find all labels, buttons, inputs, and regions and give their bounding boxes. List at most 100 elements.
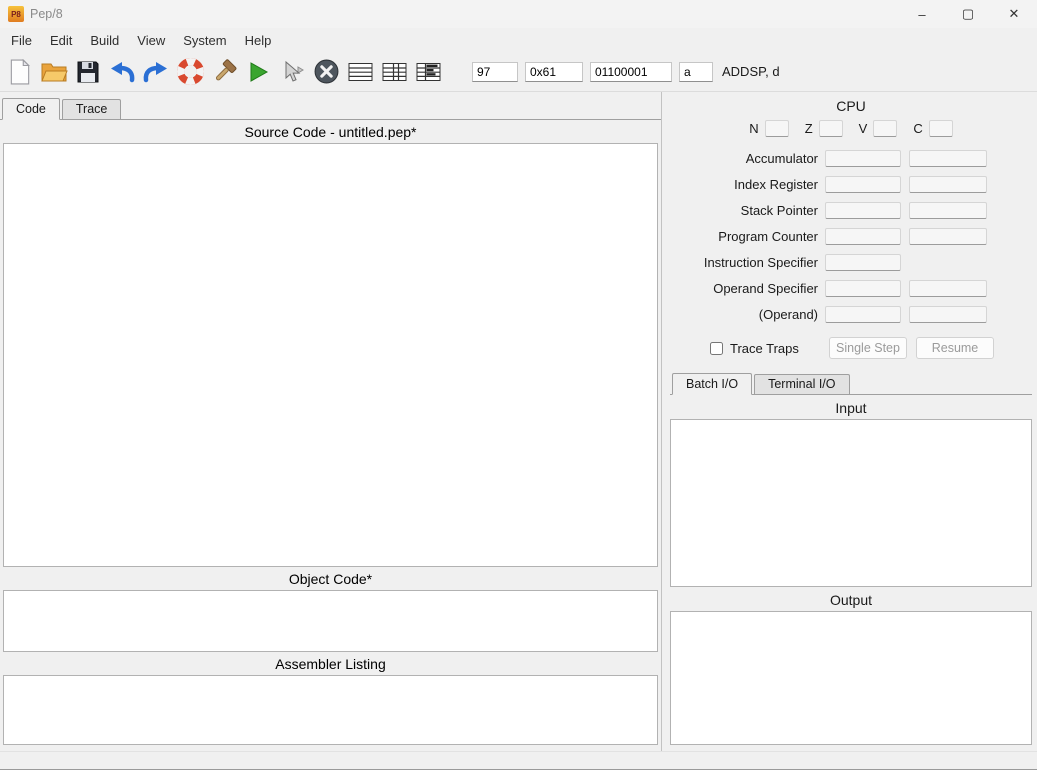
save-file-button[interactable] xyxy=(72,56,104,88)
view-code-cpu-memory-button[interactable] xyxy=(412,56,444,88)
single-step-button[interactable]: Single Step xyxy=(829,337,907,359)
lifebuoy-icon xyxy=(176,58,204,85)
instruction-specifier-row: Instruction Specifier xyxy=(670,249,994,275)
menu-view[interactable]: View xyxy=(128,30,174,51)
stack-pointer-label: Stack Pointer xyxy=(740,202,818,218)
redo-arrow-icon xyxy=(143,61,167,82)
hammer-icon xyxy=(215,58,236,80)
operand-specifier-row: Operand Specifier xyxy=(670,275,994,301)
save-floppy-icon xyxy=(77,61,99,82)
operand-row: (Operand) xyxy=(670,301,994,327)
code-cpu-table-icon xyxy=(382,62,406,81)
lifebuoy-button[interactable] xyxy=(174,56,206,88)
view-code-button[interactable] xyxy=(344,56,376,88)
stack-pointer-row: Stack Pointer xyxy=(670,197,994,223)
open-file-button[interactable] xyxy=(38,56,70,88)
flag-z-field xyxy=(818,120,843,137)
tab-batch-io[interactable]: Batch I/O xyxy=(672,373,753,395)
editor-panel: Code Trace Source Code - untitled.pep* O… xyxy=(0,92,662,751)
operand-dec-field xyxy=(909,305,987,323)
index-register-row: Index Register xyxy=(670,171,994,197)
byte-converter: ADDSP, d xyxy=(472,61,780,82)
play-icon xyxy=(250,61,269,82)
flag-c-field xyxy=(928,120,953,137)
flag-c-label: C xyxy=(913,121,923,136)
accumulator-label: Accumulator xyxy=(745,150,818,166)
pointer-icon xyxy=(285,60,304,82)
menu-edit[interactable]: Edit xyxy=(41,30,81,51)
status-bar xyxy=(0,751,1037,769)
ascii-input[interactable] xyxy=(679,61,713,82)
accumulator-row: Accumulator xyxy=(670,145,994,171)
tab-terminal-io[interactable]: Terminal I/O xyxy=(754,374,850,394)
run-button[interactable] xyxy=(242,56,274,88)
flag-v-field xyxy=(873,120,898,137)
toolbar: ADDSP, d xyxy=(0,52,1037,92)
cpu-section-title: CPU xyxy=(836,98,866,114)
batch-input-area[interactable] xyxy=(670,419,1032,587)
binary-input[interactable] xyxy=(590,61,672,82)
tab-code[interactable]: Code xyxy=(2,98,60,120)
undo-button[interactable] xyxy=(106,56,138,88)
operand-specifier-hex-field xyxy=(825,279,901,297)
menu-help[interactable]: Help xyxy=(236,30,281,51)
accumulator-hex-field xyxy=(825,149,901,167)
editor-tabbar: Code Trace xyxy=(0,98,661,120)
assembler-listing-header: Assembler Listing xyxy=(275,656,386,672)
object-code-header: Object Code* xyxy=(288,571,373,587)
status-flags-row: N Z V C xyxy=(670,120,1032,137)
mnemonic-label: ADDSP, d xyxy=(722,64,780,79)
operand-specifier-label: Operand Specifier xyxy=(713,280,818,296)
output-header: Output xyxy=(829,592,873,608)
tab-trace[interactable]: Trace xyxy=(61,99,122,119)
index-register-label: Index Register xyxy=(734,176,818,192)
stop-debugging-button[interactable] xyxy=(310,56,342,88)
menu-system[interactable]: System xyxy=(174,30,235,51)
instruction-specifier-label: Instruction Specifier xyxy=(703,254,818,270)
open-folder-icon xyxy=(41,63,68,81)
undo-arrow-icon xyxy=(111,61,135,82)
io-tabbar: Batch I/O Terminal I/O xyxy=(670,373,1032,395)
program-counter-row: Program Counter xyxy=(670,223,994,249)
stack-pointer-hex-field xyxy=(825,201,901,219)
object-code-editor[interactable] xyxy=(3,590,658,652)
main-area: Code Trace Source Code - untitled.pep* O… xyxy=(0,92,1037,751)
redo-button[interactable] xyxy=(140,56,172,88)
resume-button[interactable]: Resume xyxy=(916,337,994,359)
source-code-editor[interactable] xyxy=(3,143,658,567)
trace-traps-label: Trace Traps xyxy=(730,340,799,356)
index-register-hex-field xyxy=(825,175,901,193)
debugger-button[interactable] xyxy=(276,56,308,88)
hex-input[interactable] xyxy=(525,61,583,82)
minimize-button[interactable]: – xyxy=(899,0,945,28)
editor-content: Source Code - untitled.pep* Object Code*… xyxy=(0,120,661,751)
flag-n-field xyxy=(764,120,789,137)
menu-bar: File Edit Build View System Help xyxy=(0,28,1037,52)
flag-n: N xyxy=(749,120,789,137)
source-code-header: Source Code - untitled.pep* xyxy=(244,124,417,140)
menu-file[interactable]: File xyxy=(2,30,41,51)
app-window: P8 Pep/8 – ▢ ✕ File Edit Build View Syst… xyxy=(0,0,1037,770)
window-title: Pep/8 xyxy=(30,7,63,21)
flag-z: Z xyxy=(805,120,843,137)
maximize-button[interactable]: ▢ xyxy=(945,0,991,28)
index-register-dec-field xyxy=(909,175,987,193)
flag-z-label: Z xyxy=(804,121,813,136)
trace-traps-checkbox[interactable] xyxy=(710,341,723,355)
batch-output-area xyxy=(670,611,1032,745)
trace-controls-row: Trace Traps Single Step Resume xyxy=(670,335,994,361)
view-code-cpu-button[interactable] xyxy=(378,56,410,88)
decimal-input[interactable] xyxy=(472,61,518,82)
assembler-listing-pane xyxy=(3,675,658,745)
flag-n-label: N xyxy=(749,121,759,136)
new-file-button[interactable] xyxy=(4,56,36,88)
code-table-icon xyxy=(348,62,372,81)
program-counter-label: Program Counter xyxy=(718,228,818,244)
operand-specifier-dec-field xyxy=(909,279,987,297)
build-button[interactable] xyxy=(208,56,240,88)
flag-c: C xyxy=(913,120,953,137)
menu-build[interactable]: Build xyxy=(81,30,128,51)
close-button[interactable]: ✕ xyxy=(991,0,1037,28)
operand-label: (Operand) xyxy=(758,306,818,322)
memory-table-icon xyxy=(416,62,440,81)
